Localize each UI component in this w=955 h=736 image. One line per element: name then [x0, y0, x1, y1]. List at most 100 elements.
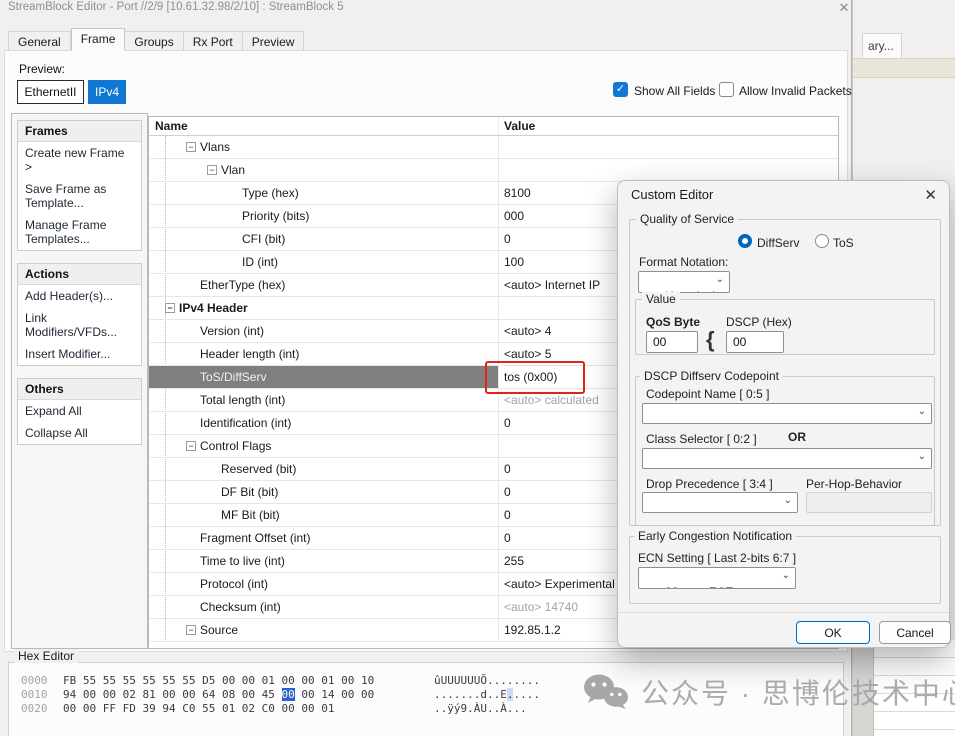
- ok-button[interactable]: OK: [796, 621, 870, 644]
- ipv4-header-button[interactable]: IPv4: [88, 80, 126, 104]
- dialog-close-icon[interactable]: ✕: [924, 186, 937, 204]
- field-name-label: Reserved (bit): [221, 462, 296, 476]
- field-name: ID (int): [149, 251, 499, 273]
- brace-glyph: {: [706, 327, 715, 353]
- custom-editor-dialog: Custom Editor ✕ Quality of Service DiffS…: [617, 180, 950, 648]
- dscp-hex-label: DSCP (Hex): [726, 315, 792, 329]
- field-name-label: Total length (int): [200, 393, 285, 407]
- format-notation-select[interactable]: Hexadecimal ⌄: [638, 271, 730, 293]
- field-name-label: Source: [200, 623, 238, 637]
- field-value[interactable]: [499, 159, 838, 181]
- field-name: Fragment Offset (int): [149, 527, 499, 549]
- field-name-label: Identification (int): [200, 416, 291, 430]
- sidebar-section-actions: ActionsAdd Header(s)...Link Modifiers/VF…: [17, 263, 142, 366]
- qos-byte-input[interactable]: 00: [646, 331, 698, 353]
- tab-rx-port[interactable]: Rx Port: [184, 31, 243, 51]
- ecn-setting-label: ECN Setting [ Last 2-bits 6:7 ]: [638, 551, 796, 565]
- chevron-down-icon: ⌄: [782, 570, 790, 581]
- column-header-value[interactable]: Value: [499, 119, 535, 133]
- background-tab[interactable]: ary...: [862, 33, 902, 58]
- sidebar-item-add-header-s[interactable]: Add Header(s)...: [18, 285, 141, 307]
- field-name-label: Version (int): [200, 324, 264, 338]
- class-selector-select[interactable]: 000000 : default ⌄: [642, 448, 932, 469]
- tab-frame[interactable]: Frame: [71, 28, 126, 51]
- hex-ascii: ..ÿý9.ÀU..À...: [434, 702, 527, 715]
- collapse-icon[interactable]: −: [186, 441, 196, 451]
- tab-preview[interactable]: Preview: [243, 31, 305, 51]
- ecn-setting-select[interactable]: 00 : not-ECT ⌄: [638, 567, 796, 589]
- field-name: −IPv4 Header: [149, 297, 499, 319]
- dscp-codepoint-label: DSCP Diffserv Codepoint: [640, 369, 783, 383]
- tree-row[interactable]: −Vlan: [149, 159, 838, 182]
- field-name-label: ID (int): [242, 255, 278, 269]
- tab-groups[interactable]: Groups: [125, 31, 183, 51]
- field-name-label: Vlans: [200, 140, 230, 154]
- field-name: Header length (int): [149, 343, 499, 365]
- sidebar-item-link-modifiers-vfds[interactable]: Link Modifiers/VFDs...: [18, 307, 141, 343]
- sidebar-section-frames: FramesCreate new Frame >Save Frame as Te…: [17, 120, 142, 251]
- field-name: Version (int): [149, 320, 499, 342]
- field-name-label: DF Bit (bit): [221, 485, 278, 499]
- tree-row[interactable]: −Vlans: [149, 136, 838, 159]
- field-name: Priority (bits): [149, 205, 499, 227]
- close-icon[interactable]: ✕: [836, 0, 852, 16]
- allow-invalid-packets-checkbox[interactable]: [719, 82, 734, 97]
- diffserv-radio[interactable]: [738, 234, 752, 248]
- titlebar: StreamBlock Editor - Port //2/9 [10.61.3…: [0, 0, 851, 17]
- field-name: ToS/DiffServ: [149, 366, 499, 388]
- field-value[interactable]: [499, 136, 838, 158]
- field-name: Total length (int): [149, 389, 499, 411]
- column-header-name[interactable]: Name: [149, 117, 499, 135]
- codepoint-name-select[interactable]: default : Best Effort ⌄: [642, 403, 932, 424]
- show-all-fields-label: Show All Fields: [634, 84, 715, 98]
- sidebar: FramesCreate new Frame >Save Frame as Te…: [11, 113, 148, 649]
- diffserv-radio-label[interactable]: DiffServ: [757, 236, 799, 250]
- collapse-icon[interactable]: −: [207, 165, 217, 175]
- watermark-text: 公众号 · 思博伦技术中心: [641, 672, 955, 712]
- drop-precedence-value: 0 : Undefined: [669, 510, 740, 513]
- ethernet-header-button[interactable]: EthernetII: [17, 80, 84, 104]
- field-name: −Vlan: [149, 159, 499, 181]
- hex-bytes[interactable]: FB 55 55 55 55 55 55 D5 00 00 01 00 00 0…: [63, 674, 434, 688]
- sidebar-item-insert-modifier[interactable]: Insert Modifier...: [18, 343, 141, 365]
- sidebar-item-create-new-frame[interactable]: Create new Frame >: [18, 142, 141, 178]
- field-name: −Source: [149, 619, 499, 641]
- chevron-down-icon: ⌄: [784, 495, 792, 506]
- sidebar-item-collapse-all[interactable]: Collapse All: [18, 422, 141, 444]
- field-name-label: Vlan: [221, 163, 245, 177]
- field-name-label: Fragment Offset (int): [200, 531, 310, 545]
- sidebar-item-expand-all[interactable]: Expand All: [18, 400, 141, 422]
- field-name: Type (hex): [149, 182, 499, 204]
- sidebar-item-manage-frame-templates[interactable]: Manage Frame Templates...: [18, 214, 141, 250]
- sidebar-item-save-frame-as-template[interactable]: Save Frame as Template...: [18, 178, 141, 214]
- dscp-hex-input[interactable]: 00: [726, 331, 784, 353]
- dialog-title: Custom Editor: [631, 187, 713, 202]
- field-name-label: Priority (bits): [242, 209, 309, 223]
- tos-radio-label[interactable]: ToS: [833, 236, 854, 250]
- watermark: 公众号 · 思博伦技术中心: [583, 672, 955, 712]
- hex-ascii: ûUUUUUUÕ........: [434, 674, 540, 687]
- drop-precedence-select[interactable]: 0 : Undefined ⌄: [642, 492, 798, 513]
- tab-bar: GeneralFrameGroupsRx PortPreview: [8, 28, 304, 51]
- collapse-icon[interactable]: −: [165, 303, 175, 313]
- collapse-icon[interactable]: −: [186, 142, 196, 152]
- screen: ary... StreamBlock Editor - Port //2/9 […: [0, 0, 955, 736]
- hex-bytes[interactable]: 94 00 00 02 81 00 00 64 08 00 45 00 00 1…: [63, 688, 434, 702]
- chevron-down-icon: ⌄: [918, 406, 926, 417]
- tos-radio[interactable]: [815, 234, 829, 248]
- field-name-label: Control Flags: [200, 439, 271, 453]
- background-toolbar: [853, 58, 955, 78]
- collapse-icon[interactable]: −: [186, 625, 196, 635]
- codepoint-name-value: default : Best Effort: [669, 421, 784, 424]
- hex-bytes[interactable]: 00 00 FF FD 39 94 C0 55 01 02 C0 00 00 0…: [63, 702, 434, 716]
- section-header: Actions: [18, 264, 141, 285]
- field-name: DF Bit (bit): [149, 481, 499, 503]
- cancel-button[interactable]: Cancel: [879, 621, 951, 644]
- hex-selected-byte[interactable]: 00: [282, 688, 295, 701]
- qos-byte-label: QoS Byte: [646, 315, 700, 329]
- show-all-fields-checkbox[interactable]: ✓: [613, 82, 628, 97]
- tab-general[interactable]: General: [8, 31, 71, 51]
- hex-offset: 0020: [21, 702, 63, 716]
- section-header: Others: [18, 379, 141, 400]
- hex-offset: 0000: [21, 674, 63, 688]
